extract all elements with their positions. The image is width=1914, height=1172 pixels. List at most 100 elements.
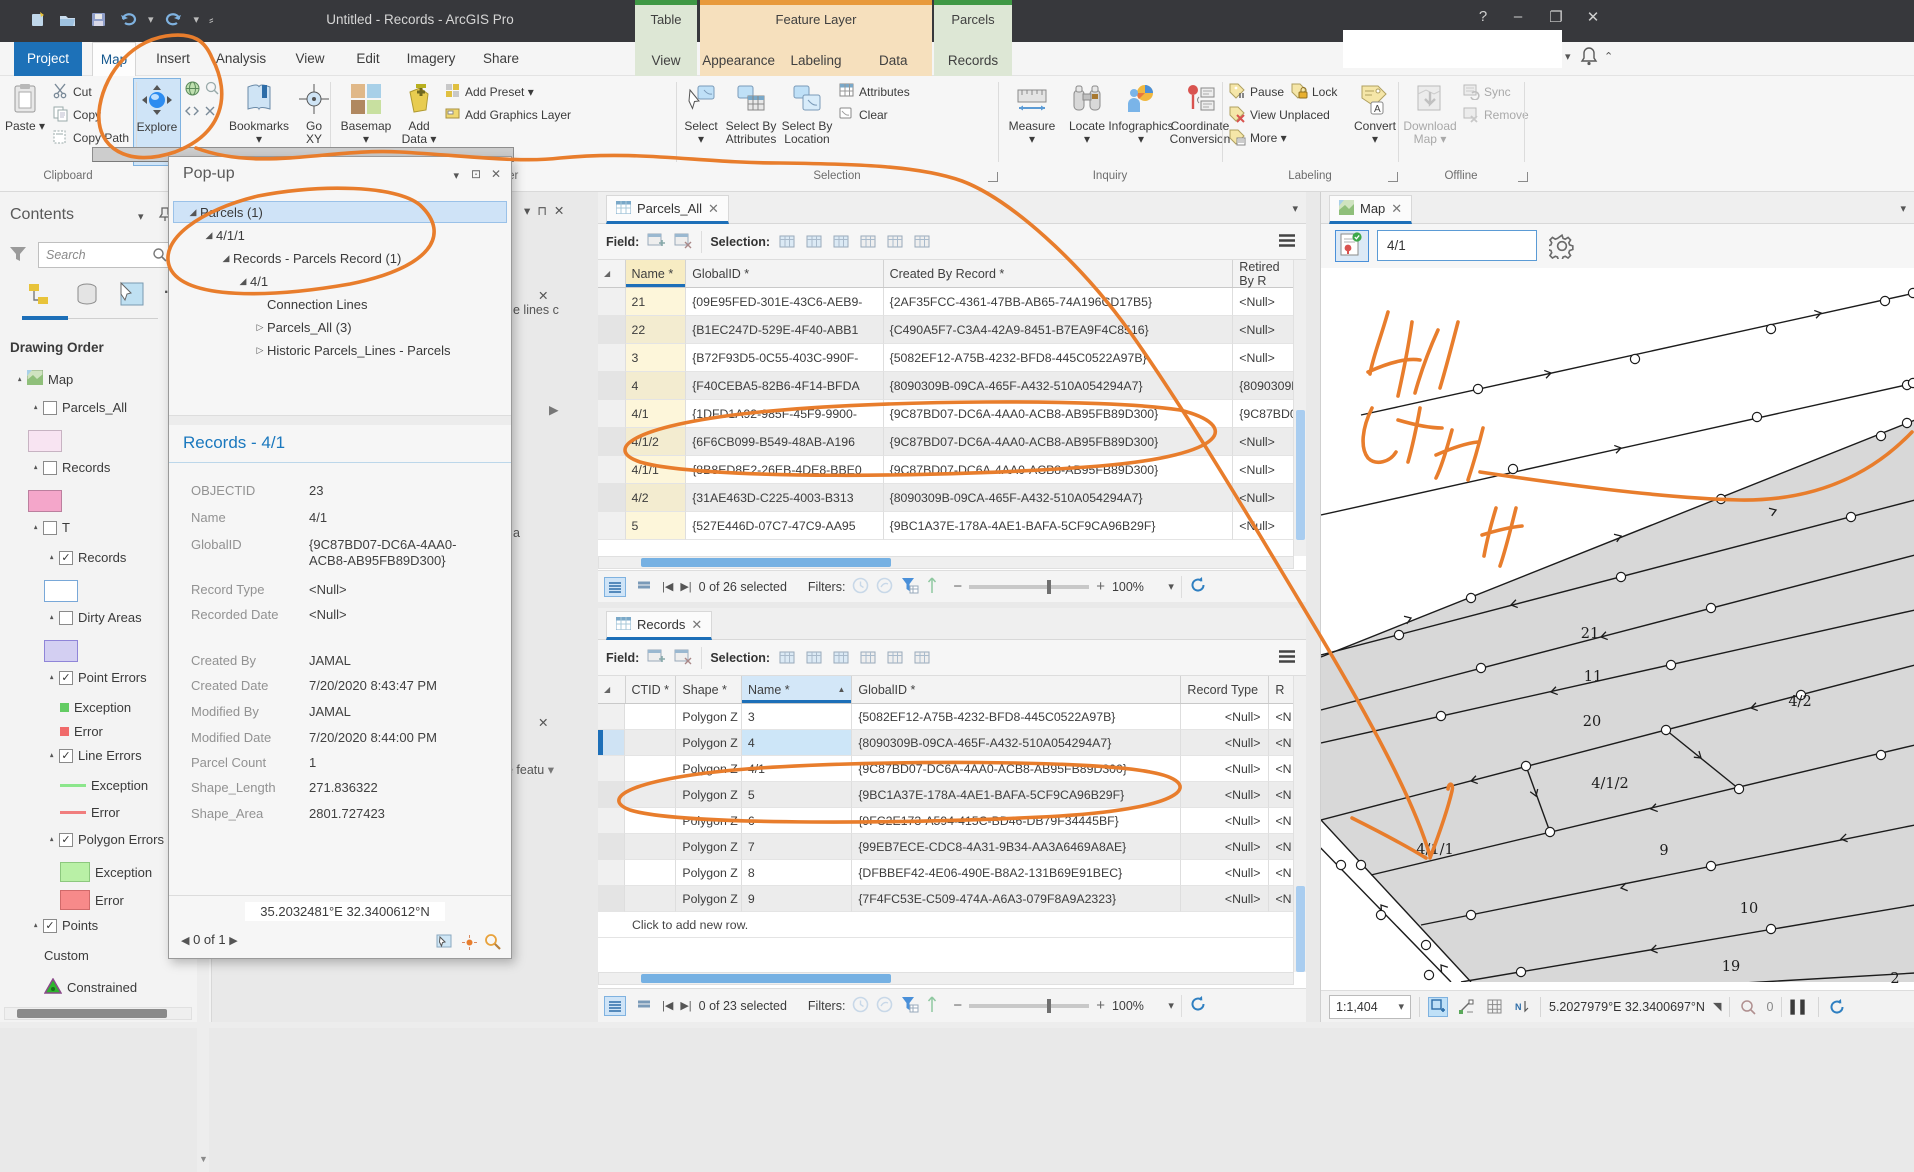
expand-icon[interactable]: ▾: [29, 463, 38, 472]
symbol-swatch[interactable]: [60, 890, 90, 910]
layer-item-records[interactable]: ▾ Records: [28, 460, 111, 475]
column-header-1[interactable]: GlobalID *: [686, 260, 884, 287]
layer-item-exception[interactable]: Exception: [60, 862, 152, 882]
zoom-tool-icon[interactable]: [204, 80, 221, 102]
layer-checkbox[interactable]: [43, 460, 57, 475]
add-new-row[interactable]: Click to add new row.: [598, 912, 1294, 938]
close-button[interactable]: ✕: [1578, 8, 1608, 26]
layer-item-parcels_all[interactable]: ▾ Parcels_All: [28, 400, 127, 415]
cell[interactable]: 5: [625, 512, 687, 540]
table-row[interactable]: Polygon Z 5 {9BC1A37E-178A-4AE1-BAFA-5CF9C…: [598, 782, 1294, 808]
ribbon-button-infographics[interactable]: Infographics ▾: [1108, 78, 1174, 166]
scroll-down-icon[interactable]: ▼: [199, 1154, 208, 1164]
snapping-toggle-icon[interactable]: [1428, 996, 1448, 1017]
ribbon-button-remove[interactable]: Remove: [1462, 105, 1529, 125]
cell[interactable]: <Null>: [1181, 730, 1270, 756]
hidden-pane-close-icon-2[interactable]: ✕: [538, 715, 548, 730]
ribbon-tab-view[interactable]: View: [286, 42, 334, 76]
cell[interactable]: {5082EF12-A75B-4232-BFD8-445C0522A97B}: [883, 344, 1234, 372]
cell[interactable]: {9C87BD07-DC6A-4AA0-ACB8-AB95FB89D300}: [883, 400, 1234, 428]
ribbon-button-more[interactable]: More ▾: [1228, 128, 1287, 148]
layer-checkbox[interactable]: ✓: [59, 550, 73, 565]
contents-menu-icon[interactable]: ▾: [138, 210, 144, 223]
attribute-view-icon[interactable]: [633, 577, 655, 597]
attribute-view-icon[interactable]: [633, 996, 655, 1016]
new-project-icon[interactable]: [28, 9, 48, 29]
layer-checkbox[interactable]: [43, 520, 57, 535]
row-selector[interactable]: [598, 344, 626, 372]
zoom-selection-icon[interactable]: [1738, 997, 1758, 1017]
ribbon-button-coordinate-conversion[interactable]: Coordinate Conversion: [1170, 78, 1230, 166]
symbol-swatch[interactable]: [44, 580, 78, 602]
ribbon-tab-project[interactable]: Project: [14, 42, 82, 76]
ribbon-button-lock[interactable]: Lock: [1290, 82, 1337, 102]
help-button[interactable]: ?: [1468, 8, 1498, 25]
layer-item-polygon-errors[interactable]: ▾ ✓ Polygon Errors: [44, 832, 164, 847]
zoom-extent-icons[interactable]: [184, 106, 218, 125]
grid-toggle-icon[interactable]: [1484, 997, 1504, 1017]
cell[interactable]: <Null>: [1181, 834, 1270, 860]
ribbon-button-copy[interactable]: Copy: [52, 105, 101, 125]
symbol-swatch[interactable]: [60, 727, 69, 736]
tab-records[interactable]: Records ✕: [606, 611, 713, 640]
clear-selection-icon[interactable]: [859, 233, 878, 250]
ribbon-tab-edit[interactable]: Edit: [346, 42, 390, 76]
table-row[interactable]: Polygon Z 8 {DFBBEF42-4E06-490E-B8A2-131B6…: [598, 860, 1294, 886]
cell[interactable]: <Null>: [1233, 428, 1294, 456]
ribbon-button-sync[interactable]: Sync: [1462, 82, 1511, 102]
tab-list-dropdown-icon[interactable]: ▾: [1292, 202, 1298, 215]
cell[interactable]: Polygon Z: [676, 756, 742, 782]
zoom-slider[interactable]: [969, 579, 1090, 594]
cell[interactable]: <N: [1269, 782, 1294, 808]
cell[interactable]: <Null>: [1233, 316, 1294, 344]
cell[interactable]: {DFBBEF42-4E06-490E-B8A2-131B69E91BEC}: [852, 860, 1182, 886]
ribbon-button-attributes[interactable]: Attributes: [838, 82, 910, 102]
ribbon-button-download-map[interactable]: Download Map ▾: [1403, 78, 1457, 166]
first-record-icon[interactable]: |◀: [662, 580, 673, 593]
pause-drawing-icon[interactable]: ▌▌: [1790, 1000, 1810, 1014]
open-project-icon[interactable]: [58, 9, 78, 29]
table-row[interactable]: 4/1 {1DFD1A92-985F-45F9-9900- {9C87BD07-DC…: [598, 400, 1294, 428]
table-row[interactable]: 4/2 {31AE463D-C225-4003-B313 {8090309B-09C…: [598, 484, 1294, 512]
cell[interactable]: {C490A5F7-C3A4-42A9-8451-B7EA9F4C8516}: [883, 316, 1234, 344]
delete-selection-icon[interactable]: [886, 649, 905, 666]
row-selector[interactable]: [598, 704, 626, 730]
redo-icon[interactable]: [164, 9, 184, 29]
popup-menu-icon[interactable]: ▾: [453, 169, 459, 182]
cell[interactable]: <N: [1269, 704, 1294, 730]
cell[interactable]: {9C87BD07-DC6A-4AA0-ACB8-AB95FB89D300}: [883, 428, 1234, 456]
cell[interactable]: <N: [1269, 860, 1294, 886]
layer-checkbox[interactable]: ✓: [59, 748, 73, 763]
contextual-tab-labeling[interactable]: Labeling: [777, 46, 854, 76]
popup-dock-icon[interactable]: ⊡: [471, 167, 481, 181]
ribbon-button-paste[interactable]: Paste ▾: [3, 78, 47, 166]
cell[interactable]: {B1EC247D-529E-4F40-ABB1: [686, 316, 884, 344]
row-selector[interactable]: [598, 808, 626, 834]
cell[interactable]: <Null>: [1181, 756, 1270, 782]
cell[interactable]: 3: [625, 344, 687, 372]
list-by-drawing-order-icon[interactable]: [26, 280, 56, 315]
last-record-icon[interactable]: ▶|: [680, 999, 691, 1012]
add-field-icon[interactable]: [647, 649, 666, 666]
switch-selection-icon[interactable]: [832, 233, 851, 250]
sketch-properties-icon[interactable]: [1456, 997, 1476, 1017]
hidden-pane-close-icon[interactable]: ✕: [538, 288, 548, 303]
cell[interactable]: <Null>: [1181, 886, 1270, 912]
ribbon-button-add-preset[interactable]: Add Preset ▾: [444, 82, 534, 102]
cell[interactable]: {2AF35FCC-4361-47BB-AB65-74A196CD17B5}: [883, 288, 1234, 316]
layer-item-error[interactable]: Error: [60, 805, 120, 820]
popup-tree-item[interactable]: ◢ 4/1/1: [173, 224, 507, 246]
expand-icon[interactable]: ▷: [253, 322, 267, 333]
zoom-to-selection-icon[interactable]: [805, 233, 824, 250]
hidden-pane-arrow-icon[interactable]: ▶: [549, 402, 559, 417]
copy-selection-icon[interactable]: [913, 233, 932, 250]
cell[interactable]: 5: [741, 782, 853, 808]
scrollbar-thumb[interactable]: [641, 558, 891, 567]
expand-icon[interactable]: ▾: [29, 921, 38, 930]
contextual-tab-view[interactable]: View: [635, 46, 697, 76]
time-filter-icon[interactable]: [852, 577, 869, 597]
ribbon-button-convert[interactable]: A Convert ▾: [1352, 78, 1398, 166]
cell[interactable]: 4: [625, 372, 687, 400]
cell[interactable]: {B72F93D5-0C55-403C-990F-: [686, 344, 884, 372]
ribbon-tab-map[interactable]: Map: [92, 42, 136, 76]
